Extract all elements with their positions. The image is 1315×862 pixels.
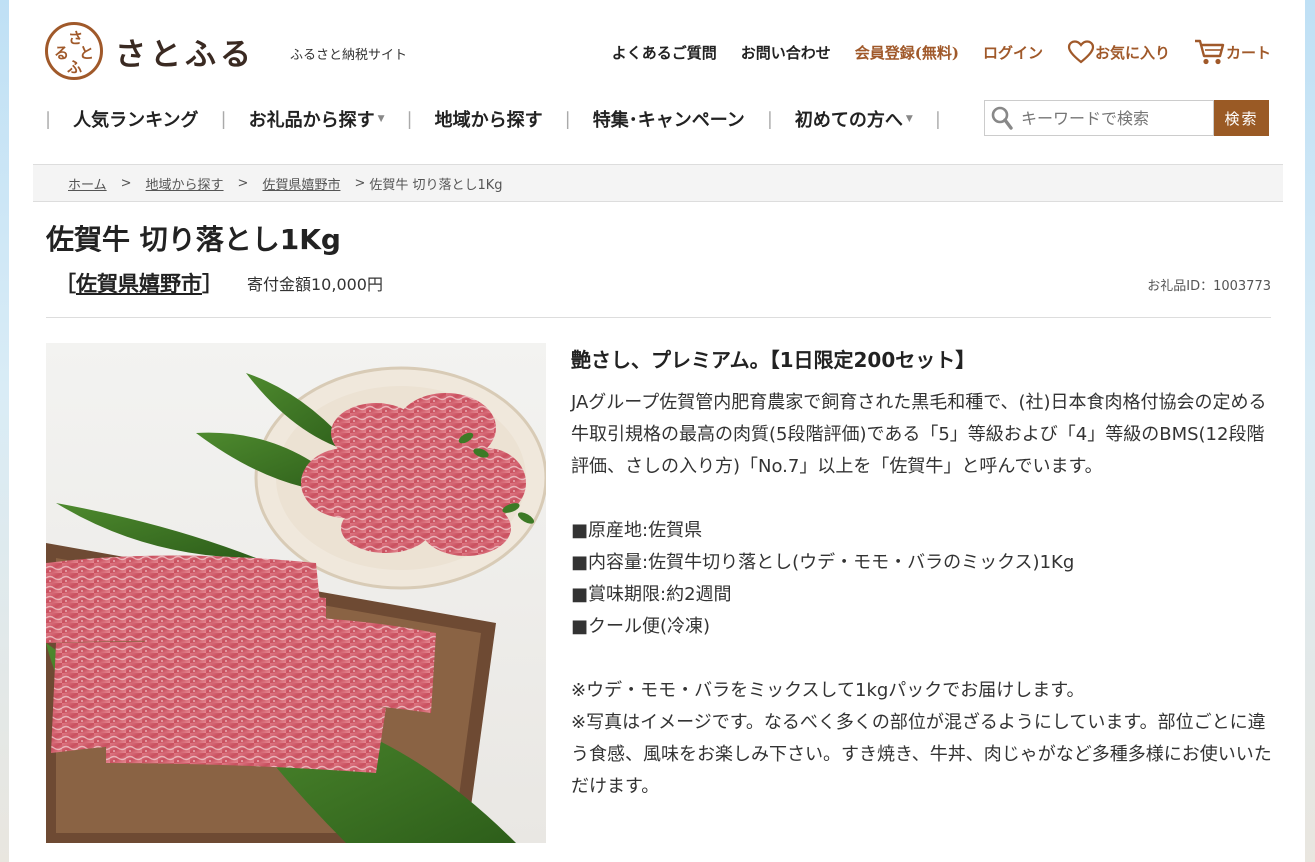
- product-image: [46, 343, 546, 843]
- breadcrumb-separator: >: [237, 175, 249, 191]
- breadcrumb-current: 佐賀牛 切り落とし1Kg: [369, 177, 503, 193]
- product-meta: ［佐賀県嬉野市］ 寄付金額10,000円: [55, 268, 383, 298]
- region-link[interactable]: 佐賀県嬉野市: [76, 272, 202, 296]
- cart-link[interactable]: カート: [1194, 38, 1271, 66]
- breadcrumb-separator: >: [354, 175, 366, 191]
- register-link[interactable]: 会員登録(無料): [855, 42, 959, 63]
- nav-beginners-label: 初めての方へ: [794, 110, 903, 131]
- spec-shelf-life: ■賞味期限:約2週間: [571, 584, 732, 605]
- note-image: ※写真はイメージです。なるべく多くの部位が混ざるようにしています。部位ごとに違う…: [571, 712, 1272, 797]
- favorites-link[interactable]: お気に入り: [1067, 40, 1170, 64]
- logo-mark-char: る: [54, 44, 70, 62]
- breadcrumb-region-search[interactable]: 地域から探す: [146, 174, 224, 193]
- heart-icon: [1067, 40, 1095, 64]
- search-button[interactable]: 検索: [1214, 100, 1269, 136]
- search-field[interactable]: [984, 100, 1214, 136]
- spec-shipping: ■クール便(冷凍): [571, 616, 711, 637]
- search-bar: 検索: [984, 100, 1269, 136]
- nav-gift-search[interactable]: お礼品から探す ▼: [227, 106, 407, 132]
- main-nav: | 人気ランキング | お礼品から探す ▼ | 地域から探す | 特集･キャンペ…: [45, 99, 941, 139]
- divider: [46, 317, 1271, 318]
- contact-link[interactable]: お問い合わせ: [741, 42, 831, 63]
- breadcrumb-home[interactable]: ホーム: [68, 174, 107, 193]
- product-catchphrase: 艶さし、プレミアム。【1日限定200セット】: [571, 348, 976, 372]
- donation-amount: 寄付金額10,000円: [247, 275, 383, 294]
- logo-text: さとふる: [115, 36, 255, 73]
- page: さ と ふ る さとふる ふるさと納税サイト よくあるご質問 お問い合わせ 会員…: [9, 0, 1305, 862]
- product-photo-illustration: [46, 343, 546, 843]
- caret-down-icon: ▼: [377, 114, 385, 124]
- breadcrumb-city[interactable]: 佐賀県嬉野市: [262, 174, 340, 193]
- cart-label: カート: [1225, 43, 1271, 62]
- note-packaging: ※ウデ・モモ・バラをミックスして1kgパックでお届けします。: [571, 680, 1085, 701]
- spec-origin: ■原産地:佐賀県: [571, 520, 703, 541]
- site-logo[interactable]: さ と ふ る さとふる: [45, 22, 255, 80]
- cart-icon: [1194, 39, 1225, 65]
- nav-divider: |: [934, 108, 941, 130]
- login-link[interactable]: ログイン: [983, 42, 1043, 63]
- nav-campaigns[interactable]: 特集･キャンペーン: [571, 106, 767, 132]
- site-tagline: ふるさと納税サイト: [290, 48, 408, 63]
- logo-mark-char: ふ: [67, 58, 83, 76]
- faq-link[interactable]: よくあるご質問: [612, 42, 717, 63]
- caret-down-icon: ▼: [905, 114, 913, 124]
- nav-region-search[interactable]: 地域から探す: [413, 106, 565, 132]
- breadcrumb: ホーム > 地域から探す > 佐賀県嬉野市 > 佐賀牛 切り落とし1Kg: [33, 164, 1283, 202]
- nav-gift-search-label: お礼品から探す: [248, 110, 375, 131]
- top-nav: よくあるご質問 お問い合わせ 会員登録(無料) ログイン お気に入り カート: [588, 38, 1271, 66]
- product-description: 艶さし、プレミアム。【1日限定200セット】 JAグループ佐賀管内肥育農家で飼育…: [571, 344, 1276, 803]
- product-id: お礼品ID：1003773: [1147, 279, 1271, 294]
- logo-mark: さ と ふ る: [45, 22, 103, 80]
- breadcrumb-separator: >: [120, 175, 132, 191]
- product-region: ［佐賀県嬉野市］: [55, 272, 223, 296]
- spec-contents: ■内容量:佐賀牛切り落とし(ウデ・モモ・バラのミックス)1Kg: [571, 552, 1075, 573]
- description-text: JAグループ佐賀管内肥育農家で飼育された黒毛和種で、(社)日本食肉格付協会の定め…: [571, 392, 1267, 477]
- nav-ranking[interactable]: 人気ランキング: [51, 106, 220, 132]
- nav-beginners[interactable]: 初めての方へ ▼: [773, 106, 935, 132]
- search-input[interactable]: [1019, 107, 1213, 129]
- favorites-label: お気に入り: [1094, 43, 1170, 62]
- search-icon: [991, 106, 1013, 130]
- product-title: 佐賀牛 切り落とし1Kg: [46, 223, 341, 256]
